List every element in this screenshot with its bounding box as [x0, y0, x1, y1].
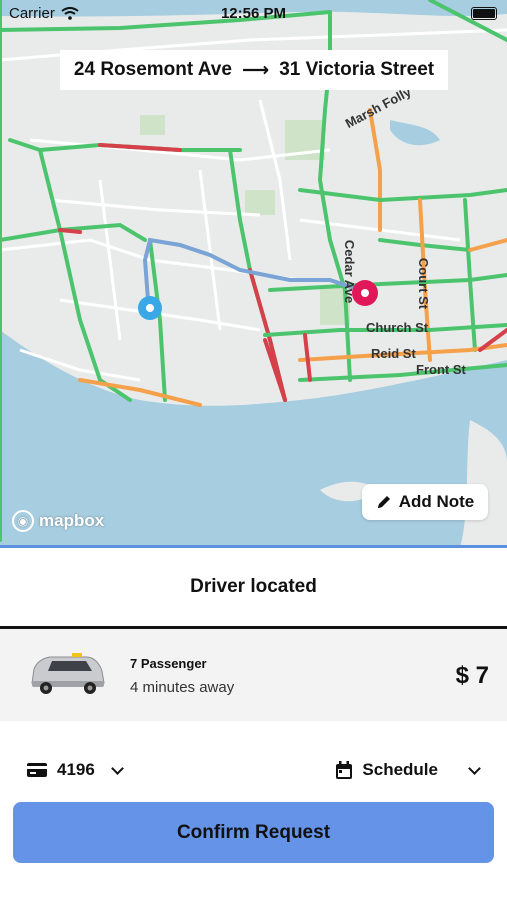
street-label-reid-st: Reid St	[371, 346, 416, 361]
origin-marker[interactable]	[138, 296, 162, 320]
pencil-icon	[377, 496, 390, 508]
route-from: 24 Rosemont Ave	[73, 59, 232, 80]
ride-eta: 4 minutes away	[130, 679, 235, 696]
status-bar: Carrier 12:56 PM	[0, 0, 507, 26]
route-to: 31 Victoria Street	[279, 59, 435, 80]
street-label-church-st: Church St	[366, 320, 429, 335]
ride-status-title: Driver located	[190, 576, 317, 597]
mapbox-logo-icon: ◉	[12, 510, 34, 532]
status-time: 12:56 PM	[220, 5, 287, 22]
street-label-cedar-ave: Cedar Ave	[342, 239, 358, 304]
ride-option[interactable]: 7 Passenger 4 minutes away $ 7	[0, 629, 507, 721]
chevron-down-icon	[110, 761, 124, 775]
mapbox-wordmark: mapbox	[39, 511, 105, 530]
arrow-right-icon: ⟶	[241, 59, 270, 81]
minivan-icon	[31, 653, 105, 694]
battery-icon	[471, 7, 497, 20]
map-divider	[0, 545, 507, 548]
street-label-front-st: Front St	[416, 362, 466, 377]
ride-type-name: 7 Passenger	[130, 656, 207, 671]
credit-card-icon	[27, 763, 47, 777]
ride-price: $ 7	[455, 662, 489, 689]
add-note-button[interactable]: Add Note	[362, 484, 488, 520]
schedule-selector[interactable]: Schedule	[336, 760, 483, 780]
payment-selector[interactable]: 4196	[27, 760, 126, 780]
card-last4: 4196	[57, 760, 95, 779]
confirm-request-button[interactable]: Confirm Request	[13, 802, 494, 863]
map-view[interactable]: Marsh Folly Cedar Ave Court St Church St…	[0, 0, 507, 548]
add-note-label: Add Note	[398, 492, 475, 511]
schedule-label: Schedule	[362, 760, 438, 779]
calendar-icon	[336, 761, 353, 779]
chevron-down-icon	[468, 761, 481, 775]
street-label-court-st: Court St	[416, 257, 432, 310]
mapbox-attribution[interactable]: ◉ mapbox	[12, 510, 104, 532]
route-summary: 24 Rosemont Ave ⟶ 31 Victoria Street	[60, 50, 448, 90]
